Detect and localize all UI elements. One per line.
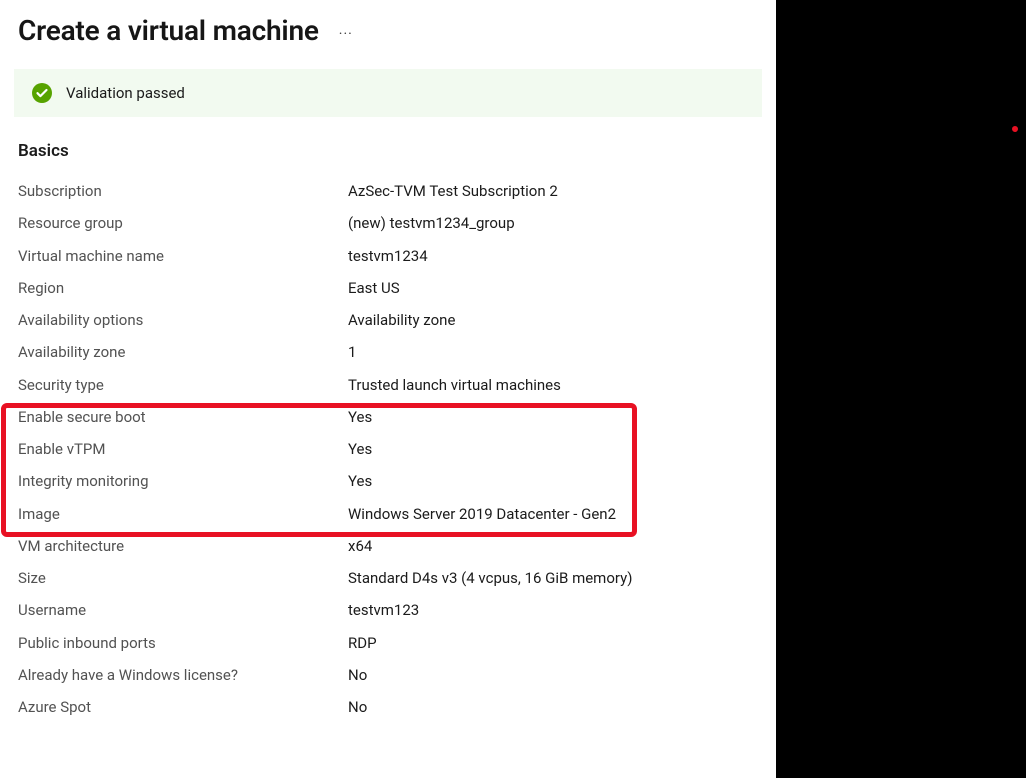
row-username: Username testvm123 <box>18 594 758 626</box>
row-integrity-monitoring: Integrity monitoring Yes <box>18 465 758 497</box>
value-size: Standard D4s v3 (4 vcpus, 16 GiB memory) <box>348 568 632 588</box>
value-region: East US <box>348 278 400 298</box>
row-resource-group: Resource group (new) testvm1234_group <box>18 207 758 239</box>
validation-status-text: Validation passed <box>66 84 185 102</box>
check-circle-icon <box>32 83 52 103</box>
review-create-panel: Create a virtual machine ··· Validation … <box>0 0 776 778</box>
label-vm-name: Virtual machine name <box>18 246 348 266</box>
validation-banner: Validation passed <box>14 69 762 117</box>
label-security-type: Security type <box>18 375 348 395</box>
label-windows-license: Already have a Windows license? <box>18 665 348 685</box>
section-title-basics: Basics <box>0 141 776 175</box>
row-enable-secure-boot: Enable secure boot Yes <box>18 401 758 433</box>
label-enable-vtpm: Enable vTPM <box>18 439 348 459</box>
label-region: Region <box>18 278 348 298</box>
row-size: Size Standard D4s v3 (4 vcpus, 16 GiB me… <box>18 562 758 594</box>
value-subscription: AzSec-TVM Test Subscription 2 <box>348 181 558 201</box>
value-resource-group: (new) testvm1234_group <box>348 213 515 233</box>
value-enable-vtpm: Yes <box>348 439 372 459</box>
value-public-inbound-ports: RDP <box>348 633 377 653</box>
value-vm-name: testvm1234 <box>348 246 428 266</box>
row-image: Image Windows Server 2019 Datacenter - G… <box>18 498 758 530</box>
label-integrity-monitoring: Integrity monitoring <box>18 471 348 491</box>
label-azure-spot: Azure Spot <box>18 697 348 717</box>
more-menu-button[interactable]: ··· <box>339 26 353 42</box>
label-availability-zone: Availability zone <box>18 342 348 362</box>
label-resource-group: Resource group <box>18 213 348 233</box>
row-subscription: Subscription AzSec-TVM Test Subscription… <box>18 175 758 207</box>
value-windows-license: No <box>348 665 367 685</box>
value-azure-spot: No <box>348 697 367 717</box>
label-availability-options: Availability options <box>18 310 348 330</box>
row-vm-name: Virtual machine name testvm1234 <box>18 240 758 272</box>
red-indicator-dot <box>1012 126 1018 132</box>
right-dark-panel <box>776 0 1026 778</box>
label-image: Image <box>18 504 348 524</box>
row-public-inbound-ports: Public inbound ports RDP <box>18 627 758 659</box>
value-availability-options: Availability zone <box>348 310 455 330</box>
value-vm-architecture: x64 <box>348 536 372 556</box>
label-public-inbound-ports: Public inbound ports <box>18 633 348 653</box>
value-image: Windows Server 2019 Datacenter - Gen2 <box>348 504 616 524</box>
value-username: testvm123 <box>348 600 419 620</box>
label-size: Size <box>18 568 348 588</box>
row-security-type: Security type Trusted launch virtual mac… <box>18 369 758 401</box>
row-region: Region East US <box>18 272 758 304</box>
label-enable-secure-boot: Enable secure boot <box>18 407 348 427</box>
row-availability-options: Availability options Availability zone <box>18 304 758 336</box>
label-vm-architecture: VM architecture <box>18 536 348 556</box>
page-title: Create a virtual machine <box>18 14 319 47</box>
label-username: Username <box>18 600 348 620</box>
row-azure-spot: Azure Spot No <box>18 691 758 723</box>
row-enable-vtpm: Enable vTPM Yes <box>18 433 758 465</box>
value-enable-secure-boot: Yes <box>348 407 372 427</box>
label-subscription: Subscription <box>18 181 348 201</box>
value-integrity-monitoring: Yes <box>348 471 372 491</box>
row-windows-license: Already have a Windows license? No <box>18 659 758 691</box>
value-security-type: Trusted launch virtual machines <box>348 375 561 395</box>
page-header: Create a virtual machine ··· <box>0 0 776 69</box>
basics-list: Subscription AzSec-TVM Test Subscription… <box>0 175 776 723</box>
row-availability-zone: Availability zone 1 <box>18 336 758 368</box>
row-vm-architecture: VM architecture x64 <box>18 530 758 562</box>
value-availability-zone: 1 <box>348 342 356 362</box>
